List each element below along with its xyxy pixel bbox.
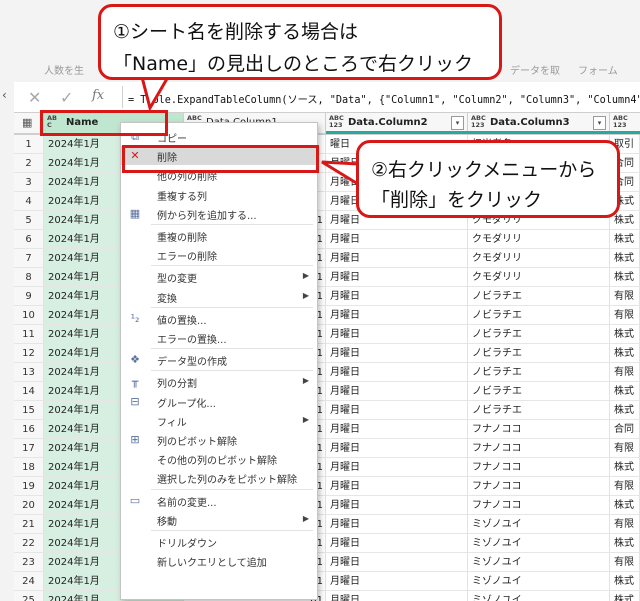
callout-1-line-1: ①シート名を削除する場合は	[113, 21, 359, 43]
annotation-arrows	[140, 75, 360, 187]
callout-1-line-2: 「Name」の見出しのところで右クリック	[113, 53, 474, 75]
callout-2: ②右クリックメニューから 「削除」をクリック	[356, 140, 620, 218]
callout2-pointer	[321, 160, 360, 187]
callout-2-line-2: 「削除」をクリック	[371, 189, 543, 211]
callout-1: ①シート名を削除する場合は 「Name」の見出しのところで右クリック	[98, 4, 502, 80]
callout-2-line-1: ②右クリックメニューから	[371, 159, 597, 181]
callout1-pointer	[140, 75, 171, 112]
